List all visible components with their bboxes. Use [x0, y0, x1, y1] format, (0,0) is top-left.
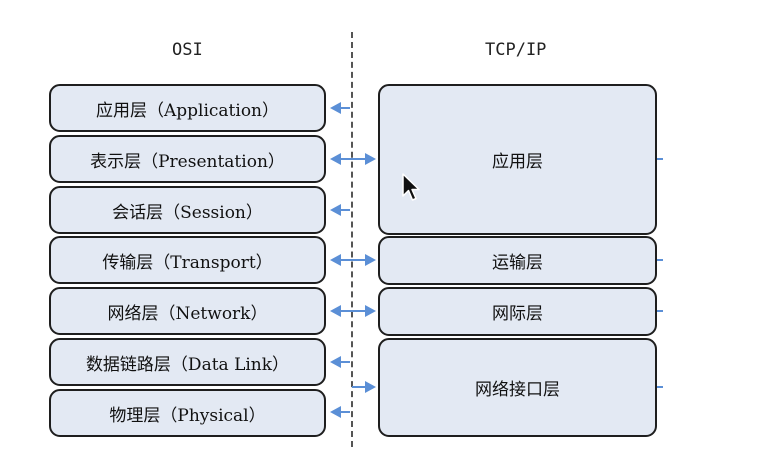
arrow-application-left: [330, 102, 350, 114]
arrow-session-left: [330, 204, 350, 216]
arrow-network-both: [330, 305, 376, 317]
arrow-datalink-left: [330, 356, 350, 368]
mouse-cursor-icon: [402, 173, 420, 201]
arrow-transport-both: [330, 254, 376, 266]
arrow-physical-left: [330, 406, 350, 418]
arrow-layer: [330, 102, 663, 418]
arrow-network-interface-right: [352, 381, 376, 393]
arrow-presentation-both: [330, 153, 376, 165]
